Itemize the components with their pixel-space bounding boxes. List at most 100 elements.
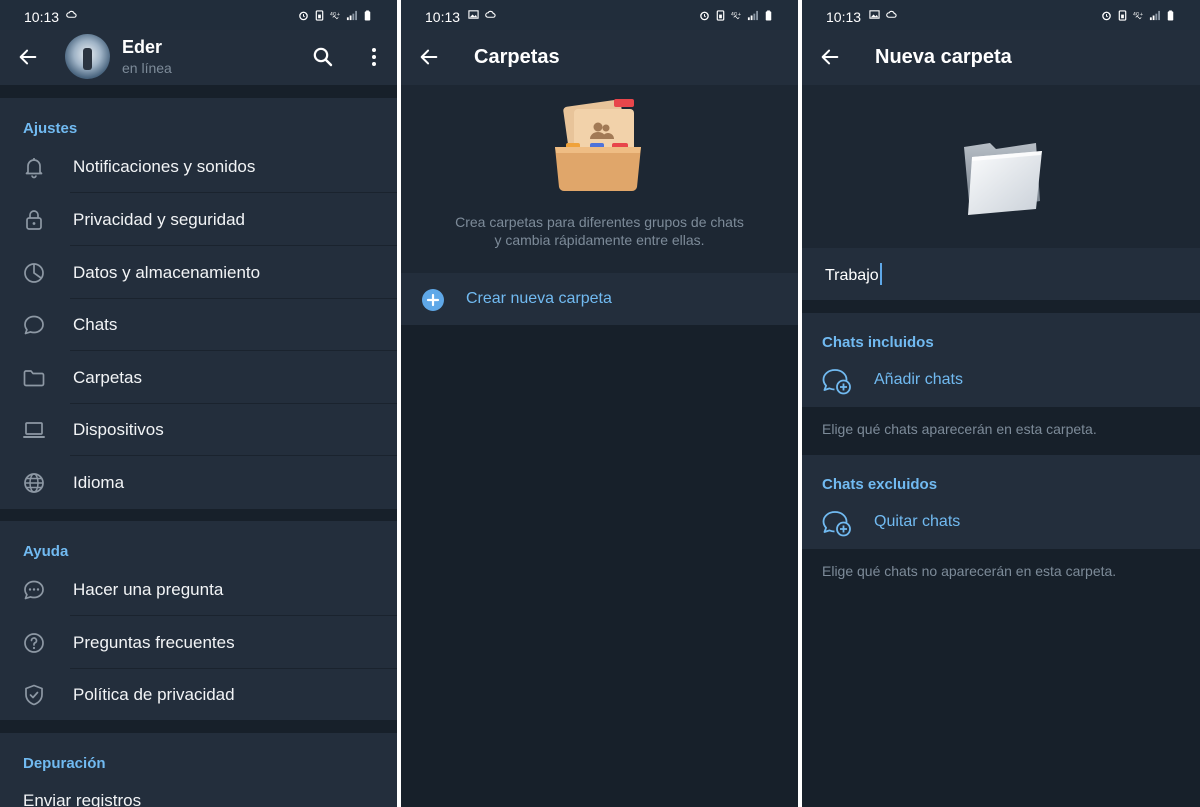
search-icon[interactable] [311, 45, 335, 69]
profile-status: en línea [122, 60, 172, 76]
settings-item-label: Privacidad y seguridad [73, 210, 245, 229]
help-item-ask-question[interactable]: Hacer una pregunta [0, 564, 397, 616]
settings-item-label: Idioma [73, 473, 125, 492]
settings-item-chats[interactable]: Chats [0, 299, 397, 351]
help-item-label: Política de privacidad [73, 685, 235, 704]
help-item-label: Hacer una pregunta [73, 580, 224, 599]
status-system-icons: 4G+ [298, 10, 373, 21]
sim-icon [1118, 10, 1127, 21]
status-bar: 10:13 4G+ [802, 0, 1200, 30]
hint-area: Elige qué chats aparecerán en esta carpe… [802, 407, 1200, 455]
lte-icon: 4G+ [330, 12, 340, 20]
folder-name-value: Trabajo [825, 267, 879, 285]
back-arrow-icon[interactable] [418, 46, 440, 68]
image-icon [869, 10, 880, 19]
section-header-ajustes: Ajustes [23, 120, 78, 137]
lte-icon: 4G+ [731, 12, 741, 20]
settings-item-label: Dispositivos [73, 420, 164, 439]
status-notification-icons [869, 9, 897, 20]
settings-item-devices[interactable]: Dispositivos [0, 404, 397, 456]
settings-item-label: Carpetas [73, 368, 142, 387]
signal-icon [747, 10, 758, 21]
section-header-depuracion: Depuración [23, 755, 106, 772]
empty-background [401, 325, 798, 807]
section-header-ayuda: Ayuda [23, 543, 69, 560]
signal-icon [346, 10, 357, 21]
settings-item-folders[interactable]: Carpetas [0, 352, 397, 404]
battery-icon [765, 10, 772, 21]
app-bar: Carpetas [401, 30, 798, 85]
add-chats-label: Añadir chats [874, 371, 963, 388]
settings-item-data[interactable]: Datos y almacenamiento [0, 247, 397, 299]
cloud-icon [485, 10, 496, 18]
folder-name-input[interactable]: Trabajo [802, 248, 1200, 300]
folders-screen: 10:13 4G+ Carpetas Crea carpetas para di… [401, 0, 798, 807]
status-system-icons: 4G+ [699, 10, 774, 21]
chat-bubble-icon [24, 315, 44, 335]
profile-header: Eder en línea [0, 30, 397, 85]
status-bar: 10:13 4G+ [401, 0, 798, 30]
cloud-icon [886, 10, 897, 18]
page-title: Carpetas [474, 46, 560, 68]
new-folder-screen: 10:13 4G+ Nueva carpeta Trabajo Chats in… [802, 0, 1200, 807]
signal-icon [1149, 10, 1160, 21]
folders-empty-state: Crea carpetas para diferentes grupos de … [401, 85, 798, 273]
add-chats-button[interactable]: Añadir chats [802, 355, 1200, 407]
settings-item-label: Notificaciones y sonidos [73, 157, 256, 176]
create-folder-label: Crear nueva carpeta [466, 290, 612, 307]
excluded-hint: Elige qué chats no aparecerán en esta ca… [822, 563, 1117, 579]
folders-description: Crea carpetas para diferentes grupos de … [455, 214, 744, 248]
create-folder-button[interactable]: Crear nueva carpeta [401, 273, 798, 325]
folder-preview [802, 85, 1200, 248]
sim-icon [716, 10, 725, 21]
settings-item-language[interactable]: Idioma [0, 457, 397, 509]
folder-icon [964, 143, 1042, 215]
section-header-excluded: Chats excluidos [822, 476, 938, 493]
more-vertical-icon[interactable] [362, 45, 386, 69]
excluded-chats-section: Chats excluidos Quitar chats [802, 455, 1200, 549]
settings-item-notifications[interactable]: Notificaciones y sonidos [0, 141, 397, 193]
lte-icon: 4G+ [1133, 12, 1143, 20]
status-time: 10:13 [826, 9, 862, 25]
laptop-icon [23, 422, 45, 438]
included-chats-section: Chats incluidos Añadir chats [802, 313, 1200, 407]
status-time: 10:13 [24, 9, 60, 25]
section-separator [802, 300, 1200, 313]
profile-name: Eder [122, 37, 163, 57]
help-item-privacy-policy[interactable]: Política de privacidad [0, 669, 397, 721]
settings-item-privacy[interactable]: Privacidad y seguridad [0, 194, 397, 246]
status-bar: 10:13 4G+ [0, 0, 397, 30]
status-time: 10:13 [425, 9, 461, 25]
debug-item-send-logs[interactable]: Enviar registros [0, 783, 397, 807]
add-chat-icon [822, 511, 851, 537]
question-circle-icon [24, 633, 44, 653]
battery-icon [1167, 10, 1174, 21]
sim-icon [315, 10, 324, 21]
shield-check-icon [25, 684, 43, 706]
chat-dots-icon [24, 580, 44, 600]
pie-chart-icon [24, 263, 44, 283]
section-header-included: Chats incluidos [822, 334, 934, 351]
status-system-icons: 4G+ [1101, 10, 1176, 21]
folder-icon [23, 370, 45, 387]
settings-item-label: Chats [73, 315, 118, 334]
help-item-faq[interactable]: Preguntas frecuentes [0, 617, 397, 669]
bell-icon [25, 158, 43, 179]
alarm-icon [700, 11, 709, 21]
debug-section: Depuración Enviar registros [0, 733, 397, 807]
remove-chats-label: Quitar chats [874, 513, 961, 530]
page-title: Nueva carpeta [875, 46, 1012, 68]
section-separator [0, 720, 397, 733]
settings-item-label: Datos y almacenamiento [73, 263, 261, 282]
avatar[interactable] [65, 34, 110, 79]
back-arrow-icon[interactable] [17, 46, 39, 68]
status-notification-icons [468, 9, 496, 20]
add-circle-icon [422, 289, 444, 311]
image-icon [468, 10, 479, 19]
status-notification-icons [66, 9, 77, 20]
settings-screen: 10:13 4G+ Eder en línea Ajustes Notifica… [0, 0, 397, 807]
remove-chats-button[interactable]: Quitar chats [802, 497, 1200, 549]
hint-area: Elige qué chats no aparecerán en esta ca… [802, 549, 1200, 807]
back-arrow-icon[interactable] [819, 46, 841, 68]
settings-section: Ajustes Notificaciones y sonidos Privaci… [0, 98, 397, 509]
